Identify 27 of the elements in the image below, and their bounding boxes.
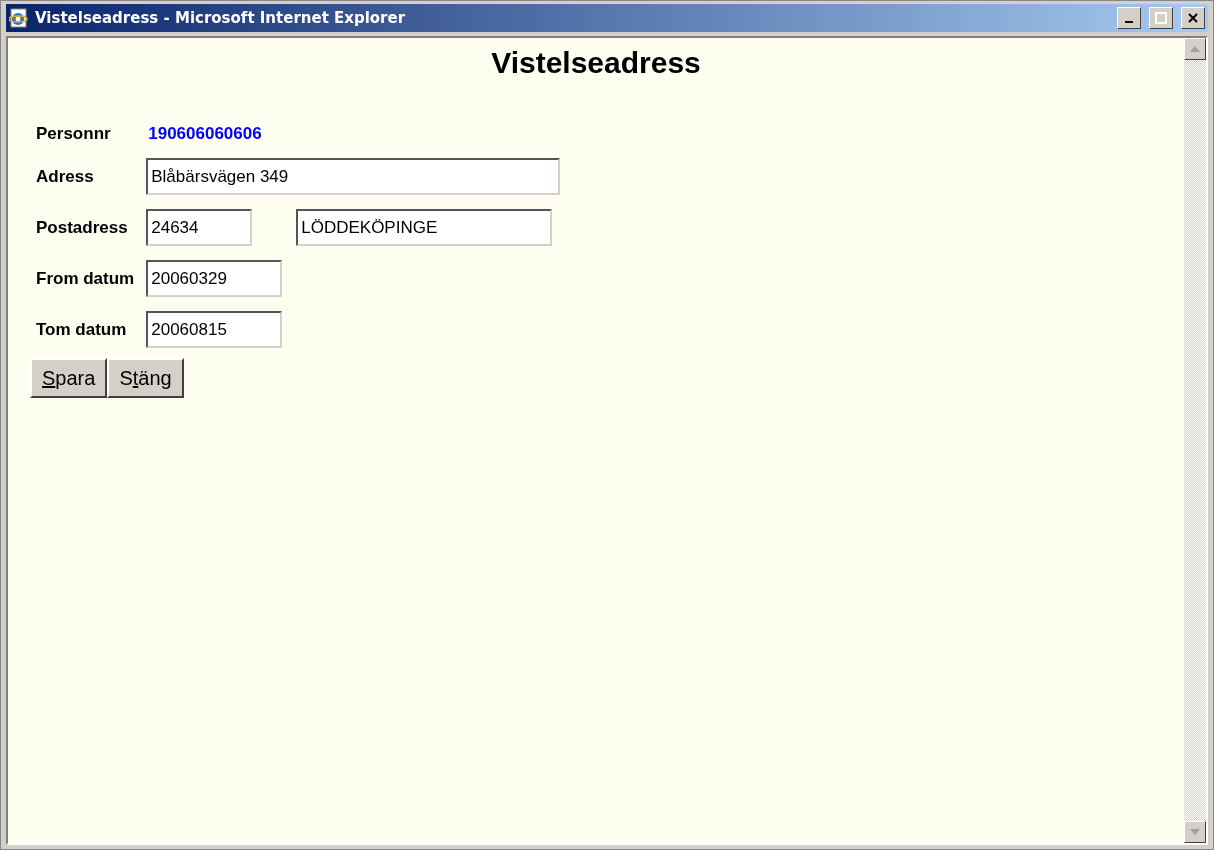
scroll-up-button[interactable] — [1184, 38, 1206, 60]
input-field[interactable]: 20060329 — [146, 260, 283, 297]
field-label: Tom datum — [36, 319, 127, 340]
close-icon — [1187, 12, 1199, 24]
input-field[interactable]: 24634 — [146, 209, 253, 246]
close-page-button[interactable]: Stäng — [107, 358, 184, 398]
save-button[interactable]: Spara — [30, 358, 108, 398]
field-label: Postadress — [36, 217, 128, 238]
up-arrow-icon — [1190, 46, 1200, 52]
field-label: Adress — [36, 166, 94, 187]
minimize-icon — [1125, 21, 1133, 23]
input-field[interactable]: LÖDDEKÖPINGE — [296, 209, 553, 246]
scrollbar[interactable] — [1184, 38, 1206, 843]
window-title: Vistelseadress - Microsoft Internet Explorer — [35, 9, 407, 27]
personnr-value: 190606060606 — [148, 124, 262, 144]
close-button[interactable] — [1181, 7, 1205, 29]
browser-icon — [9, 8, 29, 28]
page-heading: Vistelseadress — [490, 46, 702, 80]
scroll-down-button[interactable] — [1184, 821, 1206, 843]
field-label: From datum — [36, 268, 135, 289]
input-field[interactable]: Blåbärsvägen 349 — [146, 158, 561, 195]
minimize-button[interactable] — [1117, 7, 1141, 29]
maximize-icon — [1155, 12, 1167, 24]
field-label: Personnr — [36, 124, 111, 144]
input-field[interactable]: 20060815 — [146, 311, 283, 348]
down-arrow-icon — [1190, 829, 1200, 835]
maximize-button[interactable] — [1149, 7, 1173, 29]
